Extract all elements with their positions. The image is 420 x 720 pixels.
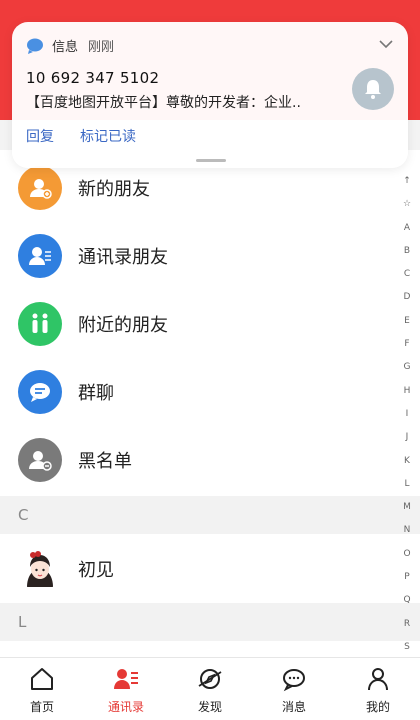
index-letter[interactable]: M xyxy=(403,496,411,519)
index-letter[interactable]: O xyxy=(403,543,410,566)
people-nearby-icon xyxy=(18,302,62,346)
section-letter: C xyxy=(18,506,29,524)
contact-label: 黑名单 xyxy=(78,451,132,472)
index-letter[interactable]: L xyxy=(404,473,409,496)
notification-app-name: 信息 xyxy=(52,40,79,55)
index-letter[interactable]: F xyxy=(404,333,409,356)
tab-discover[interactable]: 发现 xyxy=(168,658,252,720)
mark-read-button[interactable]: 标记已读 xyxy=(80,126,136,146)
contact-name: 初见 xyxy=(78,560,114,581)
notification-header: 信息 刚刚 xyxy=(26,36,114,55)
chevron-down-icon[interactable] xyxy=(378,38,394,50)
index-letter[interactable]: P xyxy=(404,566,409,589)
tab-label: 首页 xyxy=(29,700,54,714)
bell-icon xyxy=(352,68,394,110)
index-letter[interactable]: S xyxy=(404,636,410,659)
index-letter[interactable]: B xyxy=(404,240,410,263)
index-letter[interactable]: N xyxy=(404,519,411,542)
reply-button[interactable]: 回复 xyxy=(26,126,54,146)
avatar xyxy=(18,547,62,591)
index-letter[interactable]: C xyxy=(404,263,410,286)
message-bubble-icon xyxy=(27,38,43,54)
drag-handle[interactable] xyxy=(196,159,226,162)
blacklist-icon xyxy=(18,438,62,482)
index-letter[interactable]: D xyxy=(404,286,411,309)
contact-label: 通讯录朋友 xyxy=(78,247,168,268)
tab-contacts[interactable]: 通讯录 xyxy=(84,658,168,720)
bottom-tab-bar: 首页 通讯录 发现 消息 我的 xyxy=(0,657,420,720)
index-letter[interactable]: J xyxy=(406,426,409,449)
contact-label: 新的朋友 xyxy=(78,179,150,200)
contact-row-chujian[interactable]: 初见 xyxy=(0,535,396,603)
tab-messages[interactable]: 消息 xyxy=(252,658,336,720)
index-letter[interactable]: H xyxy=(404,380,411,403)
home-icon xyxy=(31,668,53,690)
tab-home[interactable]: 首页 xyxy=(0,658,84,720)
tab-label: 通讯录 xyxy=(107,700,144,714)
contact-label: 附近的朋友 xyxy=(78,315,168,336)
notification-actions: 回复 标记已读 xyxy=(26,126,162,146)
index-letter[interactable]: K xyxy=(404,450,410,473)
add-friend-icon xyxy=(18,166,62,210)
tab-profile[interactable]: 我的 xyxy=(336,658,420,720)
contact-list-icon xyxy=(18,234,62,278)
index-letter[interactable]: G xyxy=(404,356,411,379)
contact-row-address-book[interactable]: 通讯录朋友 xyxy=(0,222,396,290)
contacts-list: 新的朋友 通讯录朋友 附近的朋友 群聊 黑名单 C 初见 L xyxy=(0,150,420,657)
index-letter[interactable]: Q xyxy=(403,589,410,612)
notification-time: 刚刚 xyxy=(88,40,115,55)
alphabet-index[interactable]: ↑ ☆ A B C D E F G H I J K L M N O P Q R … xyxy=(400,170,414,683)
index-letter[interactable]: R xyxy=(404,613,410,636)
contact-label: 群聊 xyxy=(78,383,114,404)
sms-notification[interactable]: 信息 刚刚 10 692 347 5102 【百度地图开放平台】尊敬的开发者：企… xyxy=(12,22,408,168)
section-header-l: L xyxy=(0,603,420,641)
tab-label: 发现 xyxy=(197,700,222,714)
index-letter[interactable]: ↑ xyxy=(403,170,411,193)
section-letter: L xyxy=(18,613,27,631)
index-letter[interactable]: A xyxy=(404,217,410,240)
profile-icon xyxy=(368,668,388,691)
tab-label: 我的 xyxy=(365,700,390,714)
group-chat-icon xyxy=(18,370,62,414)
notification-sender: 10 692 347 5102 xyxy=(26,69,160,87)
contact-row-blacklist[interactable]: 黑名单 xyxy=(0,426,396,494)
contacts-icon xyxy=(114,669,138,689)
index-letter[interactable]: E xyxy=(404,310,410,333)
index-letter[interactable]: ☆ xyxy=(403,193,411,216)
notification-body: 【百度地图开放平台】尊敬的开发者：企业.. xyxy=(26,95,301,111)
message-icon xyxy=(283,669,305,692)
section-header-c: C xyxy=(0,496,420,534)
index-letter[interactable]: I xyxy=(406,403,409,426)
discover-icon xyxy=(198,669,222,689)
contact-row-nearby[interactable]: 附近的朋友 xyxy=(0,290,396,358)
tab-label: 消息 xyxy=(281,700,306,714)
contact-row-group-chat[interactable]: 群聊 xyxy=(0,358,396,426)
